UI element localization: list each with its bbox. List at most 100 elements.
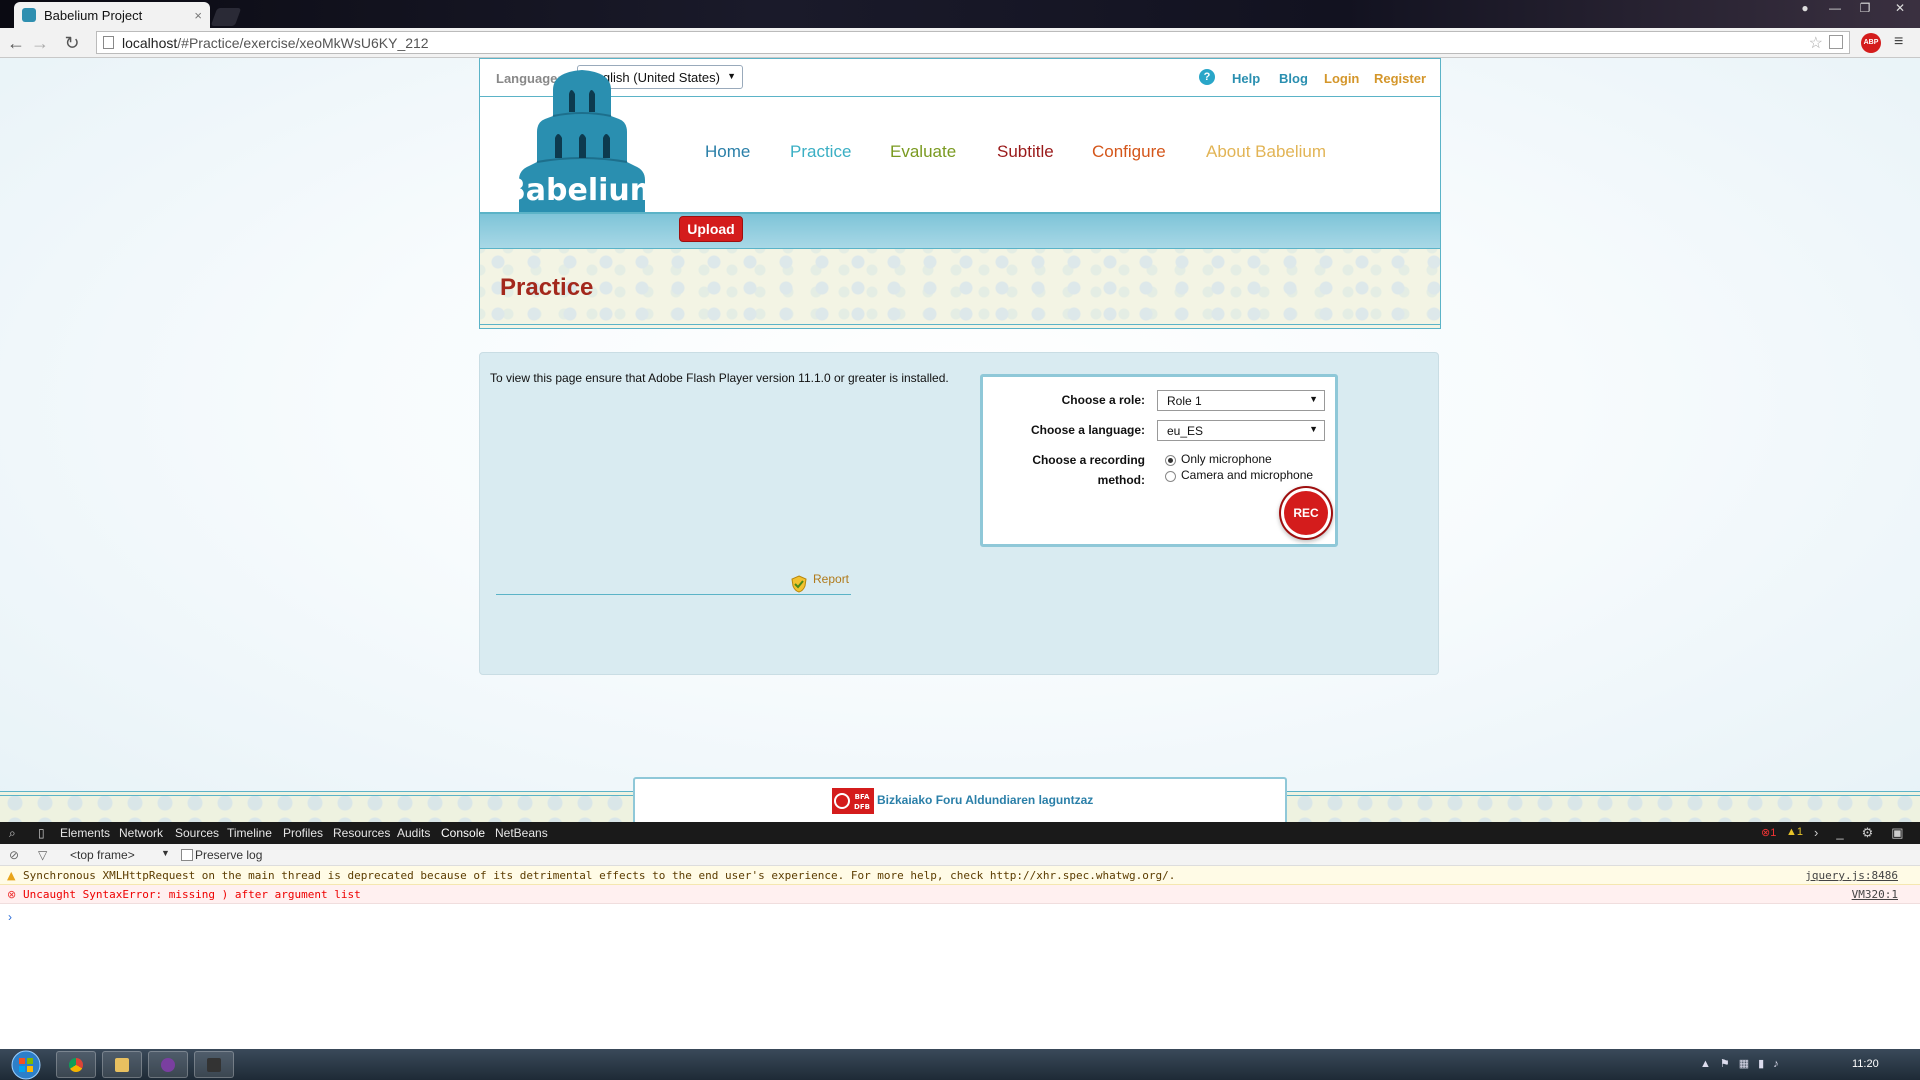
frame-selector[interactable]: <top frame> <box>70 848 135 862</box>
clock[interactable]: 11:20 <box>1852 1058 1879 1070</box>
signal-icon[interactable]: ▮ <box>1758 1058 1773 1070</box>
chevron-down-icon[interactable]: ▼ <box>161 848 170 858</box>
option-only-microphone[interactable]: Only microphone <box>1181 452 1272 466</box>
devtools-tab-resources[interactable]: Resources <box>333 826 390 840</box>
page-viewport: Language: English (United States) ▼ ? He… <box>0 58 1920 822</box>
chrome-icon <box>69 1058 83 1072</box>
system-tray: ▲⚑▦▮♪ <box>1700 1057 1788 1070</box>
restore-icon[interactable]: ❐ <box>1850 0 1880 18</box>
babelium-favicon-icon <box>22 8 36 22</box>
login-link[interactable]: Login <box>1324 71 1359 86</box>
role-label: Choose a role: <box>1061 393 1145 407</box>
devtools-tab-timeline[interactable]: Timeline <box>227 826 272 840</box>
nav-subtitle[interactable]: Subtitle <box>997 142 1054 162</box>
error-count-badge[interactable]: ⊗1 <box>1761 826 1776 839</box>
nav-practice[interactable]: Practice <box>790 142 851 162</box>
register-link[interactable]: Register <box>1374 71 1426 86</box>
reload-icon[interactable]: ↻ <box>62 33 82 53</box>
console-prompt[interactable]: › <box>8 910 12 924</box>
console-toolbar: ⊘ ▽ <top frame> ▼ Preserve log <box>0 844 1920 866</box>
exercise-language-select[interactable]: eu_ES ▼ <box>1157 420 1325 441</box>
chrome-menu-icon[interactable]: ≡ <box>1894 34 1910 50</box>
drawer-console-icon[interactable]: ›_ <box>1814 825 1862 840</box>
network-icon[interactable]: ▦ <box>1739 1058 1758 1070</box>
page-icon <box>103 36 114 49</box>
babelium-logo[interactable]: Babelium <box>499 62 665 212</box>
device-mode-icon[interactable]: ▯ <box>38 826 45 840</box>
chevron-down-icon: ▼ <box>727 71 736 81</box>
new-tab-button[interactable] <box>210 8 242 26</box>
page-title-bar: Practice <box>479 249 1441 329</box>
error-source-link[interactable]: VM320:1 <box>1852 885 1898 904</box>
browser-tab-strip: Babelium Project × ● — ❐ ✕ <box>0 0 1920 28</box>
devtools-tab-console[interactable]: Console <box>441 826 485 840</box>
help-icon[interactable]: ? <box>1199 69 1215 85</box>
nav-configure[interactable]: Configure <box>1092 142 1166 162</box>
address-bar[interactable]: localhost /#Practice/exercise/xeoMkWsU6K… <box>96 31 1850 54</box>
preserve-log-checkbox[interactable] <box>181 849 193 861</box>
devtools-tab-netbeans[interactable]: NetBeans <box>495 826 548 840</box>
bookmark-star-icon[interactable]: ☆ <box>1809 33 1823 53</box>
chevron-down-icon: ▼ <box>1309 394 1318 404</box>
clear-console-icon[interactable]: ⊘ <box>9 848 19 862</box>
volume-icon[interactable]: ♪ <box>1773 1058 1788 1070</box>
nav-home[interactable]: Home <box>705 142 750 162</box>
user-icon[interactable]: ● <box>1790 0 1820 18</box>
report-shield-icon <box>791 575 807 593</box>
devtools-tab-bar: ⌕ ▯ Elements Network Sources Timeline Pr… <box>0 822 1920 844</box>
nav-about-babelium[interactable]: About Babelium <box>1206 142 1326 162</box>
taskbar-app[interactable] <box>148 1051 188 1078</box>
logo-text: Babelium <box>503 173 661 208</box>
devtools-tab-sources[interactable]: Sources <box>175 826 219 840</box>
option-camera-and-microphone[interactable]: Camera and microphone <box>1181 468 1313 482</box>
terminal-icon <box>207 1058 221 1072</box>
radio-only-microphone[interactable] <box>1165 455 1176 466</box>
flag-icon[interactable]: ⚑ <box>1720 1058 1739 1070</box>
translate-icon[interactable] <box>1829 35 1843 49</box>
taskbar-chrome[interactable] <box>56 1051 96 1078</box>
preserve-log-label[interactable]: Preserve log <box>195 848 262 862</box>
record-button[interactable]: REC <box>1284 491 1328 535</box>
filter-icon[interactable]: ▽ <box>38 848 47 862</box>
tab-close-icon[interactable]: × <box>194 8 202 23</box>
role-select[interactable]: Role 1 ▼ <box>1157 390 1325 411</box>
inspect-search-icon[interactable]: ⌕ <box>9 826 16 841</box>
sponsor-logo-text-2: DFB <box>854 803 870 811</box>
adblock-icon[interactable]: ABP <box>1861 33 1881 53</box>
report-label[interactable]: Report <box>813 572 849 586</box>
bizkaia-logo-icon[interactable]: BFA DFB <box>832 788 874 814</box>
taskbar-terminal[interactable] <box>194 1051 234 1078</box>
radio-camera-and-microphone[interactable] <box>1165 471 1176 482</box>
url-path: /#Practice/exercise/xeoMkWsU6KY_212 <box>177 34 429 51</box>
dock-side-icon[interactable]: ▣ <box>1891 825 1920 840</box>
devtools-actions: ›_⚙▣✕ <box>1814 825 1920 841</box>
nav-evaluate[interactable]: Evaluate <box>890 142 956 162</box>
devtools-tab-elements[interactable]: Elements <box>60 826 110 840</box>
start-button-icon[interactable] <box>6 1049 46 1080</box>
sub-navigation-bar <box>479 213 1441 249</box>
blog-link[interactable]: Blog <box>1279 71 1308 86</box>
devtools-tab-network[interactable]: Network <box>119 826 163 840</box>
folder-icon <box>115 1058 129 1072</box>
upload-button[interactable]: Upload <box>679 216 743 242</box>
back-arrow-icon[interactable]: ← <box>6 33 26 53</box>
forward-arrow-icon[interactable]: → <box>30 33 50 53</box>
taskbar-explorer[interactable] <box>102 1051 142 1078</box>
warning-source-link[interactable]: jquery.js:8486 <box>1805 866 1898 885</box>
tray-expand-icon[interactable]: ▲ <box>1700 1058 1720 1070</box>
browser-tab[interactable]: Babelium Project × <box>14 2 210 28</box>
chevron-down-icon: ▼ <box>1309 424 1318 434</box>
settings-gear-icon[interactable]: ⚙ <box>1862 825 1892 840</box>
close-window-icon[interactable]: ✕ <box>1880 0 1920 18</box>
warning-text: Synchronous XMLHttpRequest on the main t… <box>23 869 1176 882</box>
error-count: 1 <box>1770 827 1777 839</box>
sponsor-text[interactable]: Bizkaiako Foru Aldundiaren laguntzaz <box>877 793 1093 807</box>
devtools-tab-profiles[interactable]: Profiles <box>283 826 323 840</box>
devtools-tab-audits[interactable]: Audits <box>397 826 430 840</box>
minimize-icon[interactable]: — <box>1820 0 1850 18</box>
window-controls: ● — ❐ ✕ <box>1790 0 1920 20</box>
warning-count-badge[interactable]: ▲1 <box>1786 826 1803 838</box>
exercise-content-panel: To view this page ensure that Adobe Flas… <box>479 352 1439 675</box>
help-link[interactable]: Help <box>1232 71 1260 86</box>
windows-taskbar: ▲⚑▦▮♪ 11:20 <box>0 1049 1920 1080</box>
